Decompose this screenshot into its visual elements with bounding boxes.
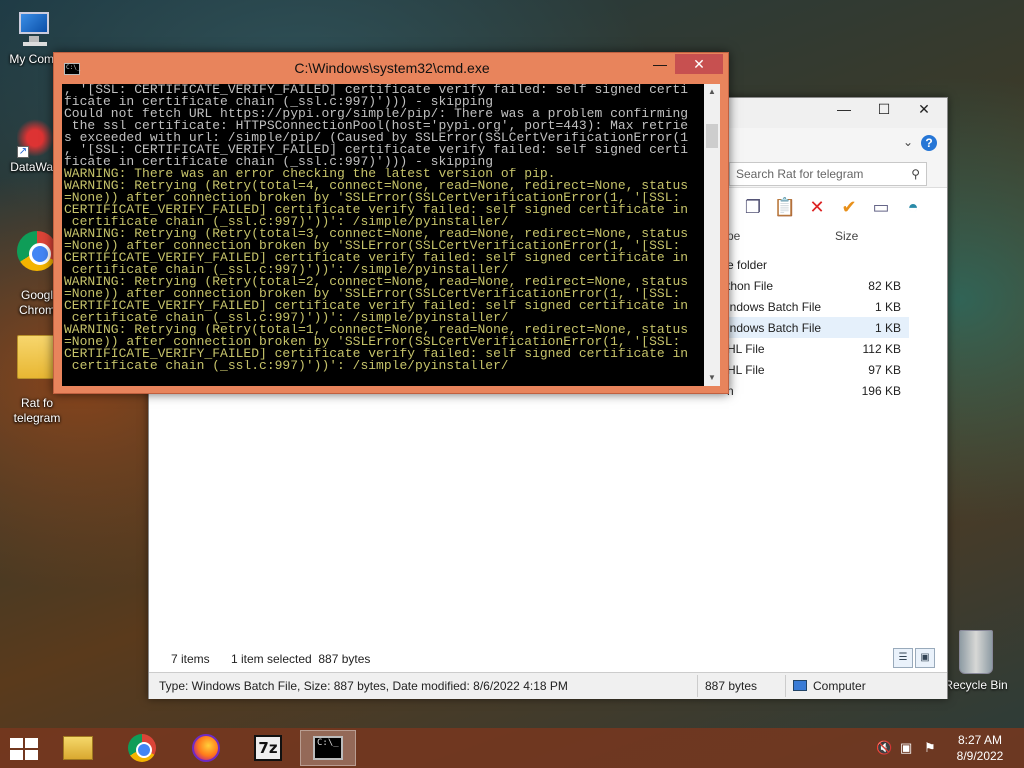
column-header-type[interactable]: pe [727,229,740,243]
console-line: WARNING: Retrying (Retry(total=3, connec… [64,228,689,240]
console-line: CERTIFICATE_VERIFY_FAILED] certificate v… [64,204,689,216]
taskbar-clock[interactable]: 8:27 AM 8/9/2022 [944,732,1016,764]
console-line: CERTIFICATE_VERIFY_FAILED] certificate v… [64,348,689,360]
console-line: certificate chain (_ssl.c:997)'))': /sim… [64,312,509,324]
file-type: indows Batch File [727,300,822,314]
rename-icon[interactable]: ▭ [869,195,893,219]
console-line: certificate chain (_ssl.c:997)'))': /sim… [64,216,509,228]
shell-icon[interactable]: ◓ [901,195,925,219]
console-line: WARNING: Retrying (Retry(total=2, connec… [64,276,689,288]
details-location: Computer [793,679,866,693]
cmd-icon: C:\_ [313,736,343,760]
maximize-button[interactable]: ☐ [869,98,899,120]
window-title: C:\Windows\system32\cmd.exe [294,60,490,76]
status-selection: 1 item selected 887 bytes [231,652,371,666]
console-line: WARNING: Retrying (Retry(total=1, connec… [64,324,689,336]
properties-check-icon[interactable]: ✔ [837,195,861,219]
console-line: =None)) after connection broken by 'SSLE… [64,288,681,300]
console-line: CERTIFICATE_VERIFY_FAILED] certificate v… [64,252,689,264]
computer-icon [15,10,55,50]
details-location-label: Computer [813,679,866,693]
search-input[interactable]: Search Rat for telegram ⚲ [729,162,927,186]
status-bar: 7 items 1 item selected 887 bytes ☰ ▣ [149,648,947,670]
details-view-icon[interactable]: ☰ [893,648,913,668]
copy-icon[interactable]: ❐ [741,195,765,219]
datawag-icon: ↗ [17,118,53,158]
file-size: 82 KB [868,279,901,293]
vertical-scrollbar[interactable]: ▲ ▼ [704,84,720,386]
column-header-size[interactable]: Size [835,229,858,243]
network-icon[interactable]: ▣ [900,740,912,756]
chevron-down-icon[interactable]: ⌄ [903,135,913,149]
console-line: =None)) after connection broken by 'SSLE… [64,336,681,348]
file-size: 112 KB [862,342,901,356]
minimize-button[interactable]: — [829,98,859,120]
console-line: certificate chain (_ssl.c:997)'))': /sim… [64,264,509,276]
taskbar: 7z C:\_ 🔇 ▣ ⚑ 8:27 AM 8/9/2022 [0,728,1024,768]
details-size: 887 bytes [705,679,758,693]
scroll-down-icon[interactable]: ▼ [704,370,720,386]
windows-start-icon[interactable] [10,738,38,760]
console-line: , '[SSL: CERTIFICATE_VERIFY_FAILED] cert… [64,84,689,96]
file-size: 97 KB [868,363,901,377]
file-explorer-icon [63,736,93,760]
chrome-icon [128,734,156,762]
scroll-thumb[interactable] [706,124,718,148]
console-line: Could not fetch URL https://pypi.org/sim… [64,108,689,120]
7zip-icon: 7z [254,735,282,761]
file-type: indows Batch File [727,321,822,335]
file-size: 1 KB [874,300,901,314]
details-bar: Type: Windows Batch File, Size: 887 byte… [149,672,947,699]
taskbar-item-chrome[interactable] [114,730,170,766]
cmd-window[interactable]: C:\_ C:\Windows\system32\cmd.exe — ✕ , '… [53,52,729,394]
taskbar-item-7zip[interactable]: 7z [240,730,296,766]
file-type: HL File [727,342,765,356]
folder-icon [17,335,57,379]
desktop-icon-label: Rat fo telegram [13,396,61,425]
action-center-icon[interactable]: ⚑ [924,740,936,756]
recycle-bin-icon [959,630,993,674]
taskbar-item-firefox[interactable] [178,730,234,766]
file-size: 1 KB [874,321,901,335]
file-type: thon File [727,279,774,293]
file-type: e folder [727,258,768,272]
console-output[interactable]: , '[SSL: CERTIFICATE_VERIFY_FAILED] cert… [62,84,719,386]
console-line: =None)) after connection broken by 'SSLE… [64,192,681,204]
close-button[interactable]: ✕ [675,54,723,74]
search-placeholder: Search Rat for telegram [736,167,864,181]
console-line: s exceeded with url: /simple/pip/ (Cause… [64,132,689,144]
file-type: HL File [727,363,765,377]
console-line: CERTIFICATE_VERIFY_FAILED] certificate v… [64,300,689,312]
console-line: =None)) after connection broken by 'SSLE… [64,240,681,252]
console-line: , '[SSL: CERTIFICATE_VERIFY_FAILED] cert… [64,144,689,156]
search-icon[interactable]: ⚲ [911,167,920,181]
file-size: 196 KB [861,384,901,398]
paste-icon[interactable]: 📋 [773,195,797,219]
volume-muted-icon[interactable]: 🔇 [876,740,892,756]
scroll-up-icon[interactable]: ▲ [704,84,720,100]
delete-icon[interactable]: ✕ [805,195,829,219]
console-line: ficate in certificate chain (_ssl.c:997)… [64,96,494,108]
desktop-icon-recycle-bin[interactable]: Recycle Bin [944,630,1008,692]
help-icon[interactable]: ? [921,135,937,151]
taskbar-item-file-explorer[interactable] [50,730,106,766]
console-line: certificate chain (_ssl.c:997)'))': /sim… [64,360,509,372]
taskbar-item-cmd[interactable]: C:\_ [300,730,356,766]
firefox-icon [192,734,220,762]
toolbar: ❐ 📋 ✕ ✔ ▭ ◓ [741,194,925,220]
console-line: WARNING: Retrying (Retry(total=4, connec… [64,180,689,192]
recycle-bin-label: Recycle Bin [944,678,1008,692]
chrome-icon [17,231,57,271]
minimize-button[interactable]: — [646,55,674,75]
details-text: Type: Windows Batch File, Size: 887 byte… [159,679,568,693]
console-line: ficate in certificate chain (_ssl.c:997)… [64,156,494,168]
clock-time: 8:27 AM [957,733,1003,747]
console-line: the ssl certificate: HTTPSConnectionPool… [64,120,689,132]
clock-date: 8/9/2022 [956,749,1004,763]
computer-icon [793,680,807,691]
status-item-count: 7 items [171,652,210,666]
large-icons-view-icon[interactable]: ▣ [915,648,935,668]
close-button[interactable]: ✕ [909,98,939,120]
console-line: WARNING: There was an error checking the… [64,168,556,180]
